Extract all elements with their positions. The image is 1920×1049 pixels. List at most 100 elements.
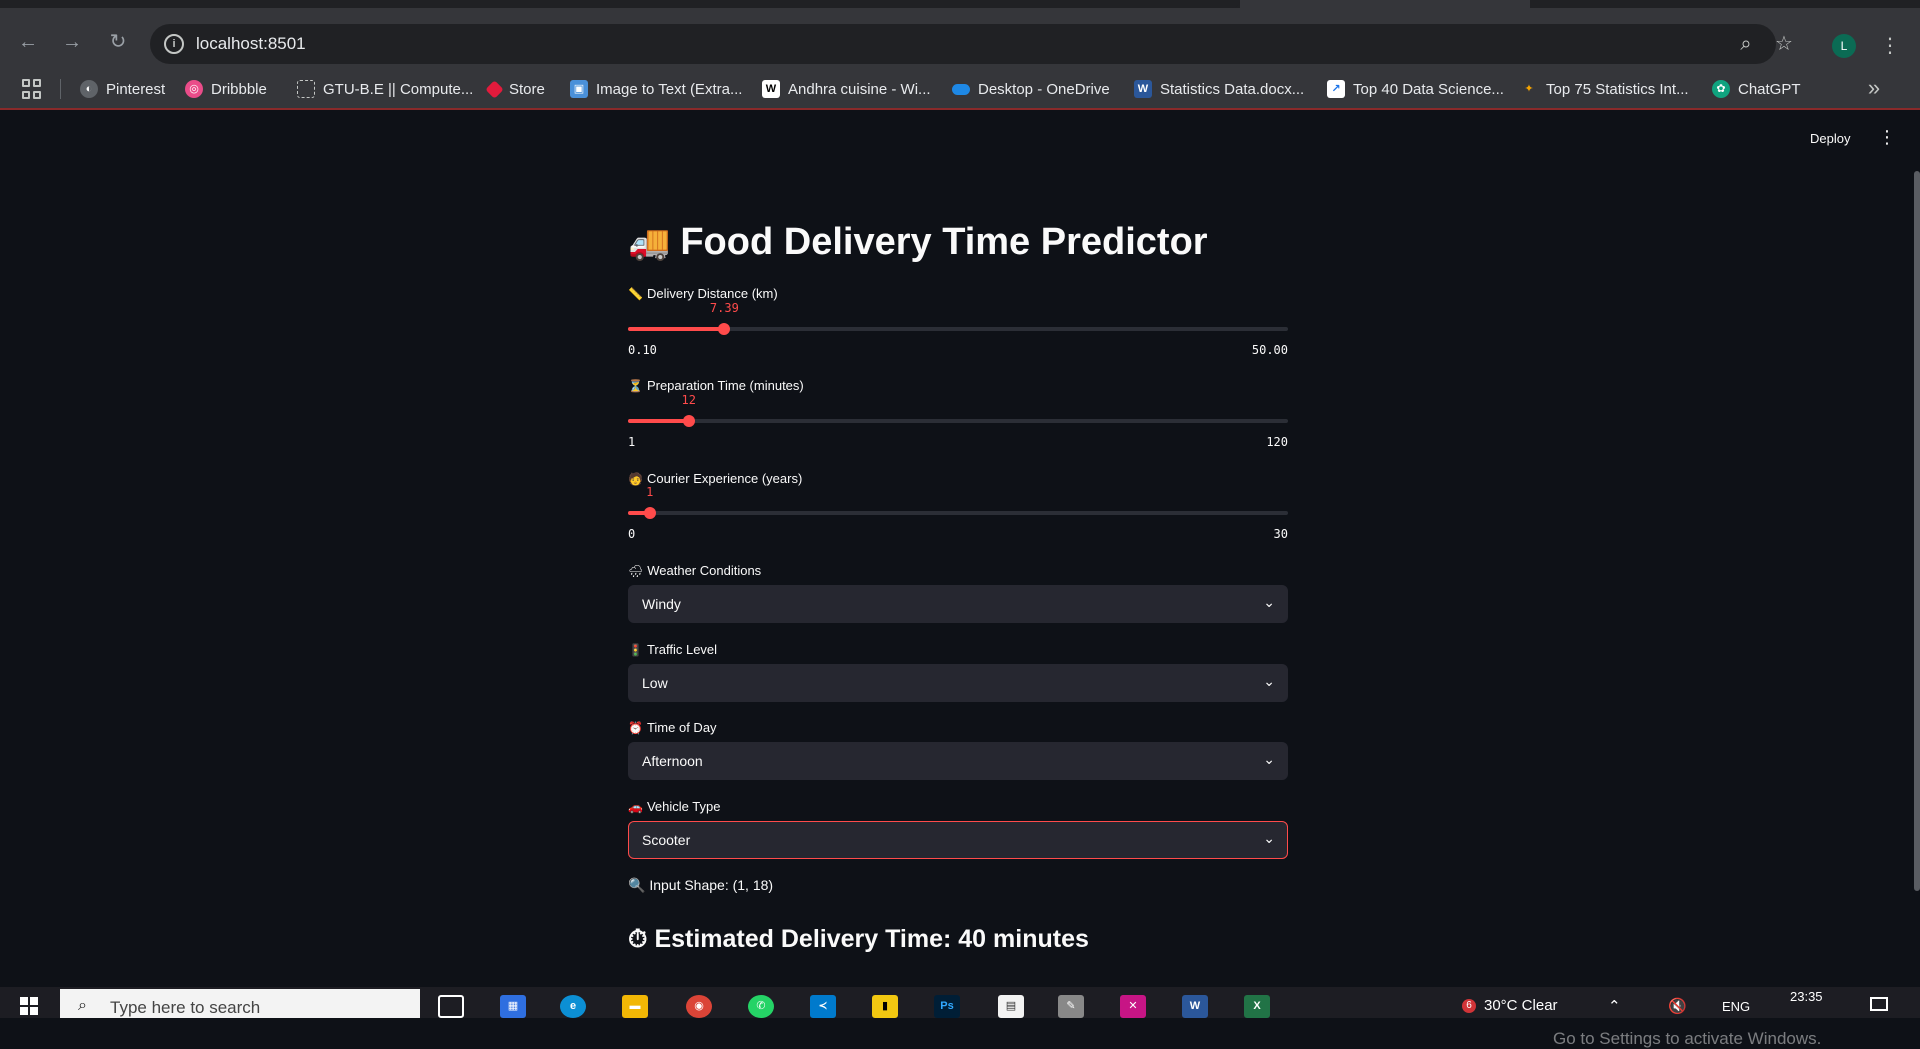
alarm-clock-icon: ⏰ (628, 721, 643, 735)
whatsapp-icon[interactable]: ✆ (748, 995, 774, 1018)
volume-muted-icon[interactable]: 🔇 (1668, 997, 1687, 1015)
file-explorer-icon[interactable]: ▬ (622, 995, 648, 1018)
edge-icon[interactable]: e (560, 995, 586, 1018)
deploy-button[interactable]: Deploy (1810, 131, 1850, 146)
page-icon (297, 80, 315, 98)
bookmark-top-75[interactable]: ✦ Top 75 Statistics Int... (1520, 79, 1689, 99)
vehicle-value: Scooter (642, 832, 691, 848)
word-icon: W (1134, 80, 1152, 98)
bookmark-label: Image to Text (Extra... (596, 80, 743, 98)
courier-icon: 🧑 (628, 472, 643, 486)
bookmark-label: ChatGPT (1738, 80, 1801, 98)
media-app-icon[interactable]: ✕ (1120, 995, 1146, 1018)
bookmark-pinterest[interactable]: ◐ Pinterest (80, 79, 165, 99)
bookmark-chatgpt[interactable]: ✿ ChatGPT (1712, 79, 1801, 99)
bookmark-label: Top 75 Statistics Int... (1546, 80, 1689, 98)
chevron-down-icon[interactable]: ⌄ (1263, 830, 1275, 847)
bookmark-top-40[interactable]: ↗ Top 40 Data Science... (1327, 79, 1504, 99)
time-of-day-value: Afternoon (642, 753, 703, 769)
bookmark-label: Andhra cuisine - Wi... (788, 80, 931, 98)
url-text[interactable]: localhost:8501 (196, 34, 306, 54)
more-bookmarks-icon[interactable]: » (1862, 76, 1886, 100)
traffic-select[interactable]: Low ⌄ (628, 664, 1288, 702)
wikipedia-icon: W (762, 80, 780, 98)
bookmark-image-to-text[interactable]: ▣ Image to Text (Extra... (570, 79, 742, 99)
tool-app-icon[interactable]: ✎ (1058, 995, 1084, 1018)
task-view-icon[interactable] (438, 995, 464, 1018)
page-title: 🚚 Food Delivery Time Predictor (628, 221, 1208, 264)
vehicle-select[interactable]: Scooter ⌄ (628, 821, 1288, 859)
image-icon: ▣ (570, 80, 588, 98)
site-info-icon[interactable]: i (164, 34, 184, 54)
star-icon[interactable]: ☆ (1772, 32, 1796, 56)
slider-thumb[interactable] (682, 415, 695, 427)
bookmark-statistics-data[interactable]: W Statistics Data.docx... (1134, 79, 1304, 99)
bookmark-label: Pinterest (106, 80, 166, 98)
slider-value: 12 (681, 393, 696, 407)
weather-value: Windy (642, 596, 681, 612)
reload-icon[interactable]: ↻ (104, 28, 132, 56)
windows-start-icon[interactable] (20, 997, 38, 1015)
input-shape-text: 🔍 Input Shape: (1, 18) (628, 877, 774, 893)
bookmark-label: Dribbble (211, 80, 267, 98)
browser-menu-icon[interactable]: ⋮ (1880, 32, 1900, 60)
bookmark-onedrive[interactable]: Desktop - OneDrive (952, 79, 1110, 99)
notification-center-icon[interactable] (1870, 997, 1888, 1011)
chevron-down-icon[interactable]: ⌄ (1263, 594, 1275, 611)
ruler-icon: 📏 (628, 287, 643, 301)
experience-slider[interactable]: 1 (628, 485, 1288, 523)
document-icon[interactable]: ▤ (998, 995, 1024, 1018)
back-icon[interactable]: ← (14, 28, 42, 56)
chevron-down-icon[interactable]: ⌄ (1263, 751, 1275, 768)
bookmark-andhra-cuisine[interactable]: W Andhra cuisine - Wi... (762, 79, 931, 99)
distance-slider[interactable]: 7.39 (628, 301, 1288, 339)
bookmark-label: Desktop - OneDrive (978, 80, 1110, 98)
time-of-day-label: ⏰ Time of Day (628, 720, 717, 735)
profile-avatar[interactable]: L (1832, 34, 1856, 58)
power-bi-icon[interactable]: ▮ (872, 995, 898, 1018)
watermark-line2: Go to Settings to activate Windows. (1553, 1029, 1822, 1048)
time-of-day-select[interactable]: Afternoon ⌄ (628, 742, 1288, 780)
page-title-text: Food Delivery Time Predictor (680, 221, 1208, 263)
vscode-icon[interactable]: ≺ (810, 995, 836, 1018)
scrollbar[interactable] (1914, 171, 1920, 891)
address-bar[interactable]: i localhost:8501 ⌕ ☆ (150, 24, 1793, 64)
store-app-icon[interactable]: ▦ (500, 995, 526, 1018)
slider-track[interactable] (628, 511, 1288, 515)
tab-active[interactable] (1240, 0, 1530, 8)
chevron-up-icon[interactable]: ⌃ (1608, 997, 1621, 1015)
experience-label: 🧑 Courier Experience (years) (628, 471, 802, 486)
slider-value: 1 (646, 485, 654, 499)
prep-time-slider[interactable]: 12 (628, 393, 1288, 431)
slider-thumb[interactable] (718, 323, 731, 335)
apps-grid-icon[interactable] (22, 79, 42, 99)
language-indicator[interactable]: ENG (1722, 999, 1750, 1014)
chrome-icon[interactable]: ◉ (686, 995, 712, 1018)
weather-select[interactable]: Windy ⌄ (628, 585, 1288, 623)
experience-min: 0 (628, 527, 636, 541)
time-of-day-label-text: Time of Day (646, 720, 717, 735)
excel-app-icon[interactable]: X (1244, 995, 1270, 1018)
bookmark-dribbble[interactable]: ◎ Dribbble (185, 79, 267, 99)
chevron-down-icon[interactable]: ⌄ (1263, 673, 1275, 690)
clock-time[interactable]: 23:35 (1790, 989, 1823, 1004)
weather-widget[interactable]: 30°C Clear (1484, 997, 1558, 1014)
truck-icon: 🚚 (628, 224, 671, 262)
word-app-icon[interactable]: W (1182, 995, 1208, 1018)
slider-thumb[interactable] (643, 507, 656, 519)
bookmark-gtu[interactable]: GTU-B.E || Compute... (297, 79, 473, 99)
taskbar-search[interactable]: ⌕ Type here to search (60, 989, 420, 1018)
store-icon (485, 79, 504, 99)
zoom-icon[interactable]: ⌕ (1734, 32, 1758, 56)
photoshop-icon[interactable]: Ps (934, 995, 960, 1018)
experience-max: 30 (1273, 527, 1288, 541)
bookmarks-bar: ◐ Pinterest ◎ Dribbble GTU-B.E || Comput… (0, 68, 1920, 110)
slider-track[interactable] (628, 419, 1288, 423)
weather-label: 🌧 Weather Conditions (628, 563, 761, 578)
app-menu-icon[interactable]: ⋮ (1878, 127, 1896, 148)
forward-icon[interactable]: → (58, 28, 86, 56)
tab-inactive[interactable] (0, 0, 1240, 8)
bookmark-icon: ✦ (1524, 83, 1534, 95)
bookmark-store[interactable]: Store (485, 79, 545, 99)
vehicle-label-text: Vehicle Type (646, 799, 721, 814)
